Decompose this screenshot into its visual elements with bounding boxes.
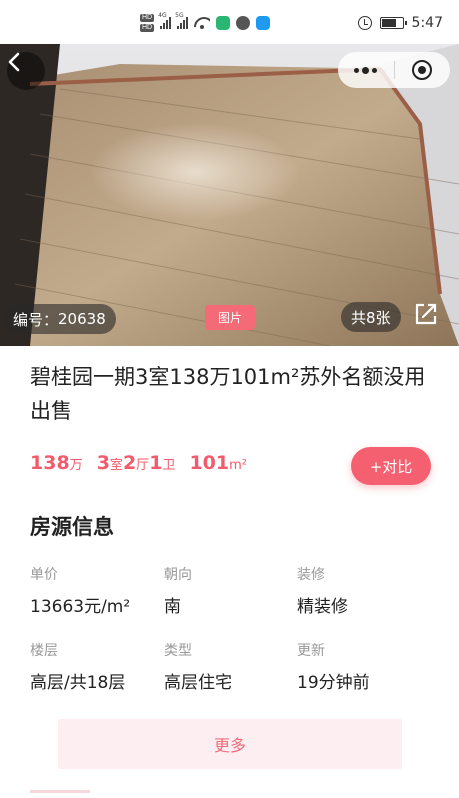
baths-value: 1 [149,452,163,474]
add-compare-button[interactable]: +对比 [351,447,431,485]
hd-badge: HD [140,14,155,22]
mini-program-capsule [338,52,450,88]
listing-photo[interactable]: 编号： 20638 图片 共8张 [0,44,459,346]
back-icon [8,52,20,72]
close-target-button[interactable] [394,52,450,88]
field-value: 南 [164,597,181,617]
network-type-label: 4G [158,12,167,19]
field-unit-price: 单价 13663元/m² [30,565,130,619]
field-label: 类型 [164,643,192,659]
field-label: 更新 [297,643,325,659]
tab-photos[interactable]: 图片 [205,305,255,330]
field-value: 19分钟前 [297,673,370,693]
field-label: 楼层 [30,643,58,659]
field-orientation: 朝向 南 [164,565,192,619]
hd-badge-2: HD [140,24,155,32]
back-button[interactable] [7,52,45,90]
status-right: 5:47 [357,12,443,34]
more-dots-button[interactable] [338,52,394,88]
network-type-label-2: 5G [175,12,184,19]
key-facts-row: 138 万 3 室 2 厅 1 卫 101 m² [30,452,247,474]
field-decoration: 装修 精装修 [297,565,348,619]
alarm-icon [357,16,372,30]
field-label: 朝向 [164,567,192,583]
field-value: 精装修 [297,597,348,617]
app-notification-icon [216,16,231,30]
signal-icon: 4G [158,12,172,29]
field-type: 类型 高层住宅 [164,641,232,695]
halls-value: 2 [122,452,137,474]
listing-code-chip: 编号： 20638 [5,304,116,334]
listing-code-value: 20638 [58,310,106,328]
field-label: 单价 [30,567,58,583]
listing-code-label: 编号： [13,310,59,329]
field-value: 13663元/m² [30,597,131,617]
rooms-value: 3 [96,452,110,474]
price-unit: 万 [69,458,83,473]
battery-icon [379,17,407,29]
wifi-icon [194,17,210,29]
field-floor: 楼层 高层/共18层 [30,641,125,695]
section-title-property-info: 房源信息 [30,515,114,539]
price-value: 138 [30,452,70,474]
share-icon [415,303,437,325]
more-info-button[interactable]: 更多 [58,719,402,769]
close-target-icon [412,60,433,80]
area-value: 101 [189,452,230,474]
status-icons: HD HD 4G 5G [140,12,271,34]
shield-app-icon [236,16,251,30]
halls-unit: 厅 [136,458,150,473]
chat-app-icon [256,16,271,30]
share-button[interactable] [414,302,446,332]
area-unit: m² [229,458,247,473]
signal-icon-2: 5G [175,12,189,29]
field-value: 高层住宅 [164,673,232,693]
baths-unit: 卫 [162,458,176,473]
hd-icon: HD HD [140,13,155,33]
photo-count-chip: 共8张 [341,302,401,332]
listing-title: 碧桂园一期3室138万101m²苏外名额没用出售 [30,365,426,423]
next-section-peek [30,790,90,798]
status-bar: HD HD 4G 5G 5:47 [0,0,459,44]
rooms-unit: 室 [109,458,123,473]
room-floor-photo [0,44,459,346]
field-value: 高层/共18层 [30,673,126,693]
clock-time: 5:47 [411,15,443,31]
field-updated: 更新 19分钟前 [297,641,370,695]
field-label: 装修 [297,567,325,583]
